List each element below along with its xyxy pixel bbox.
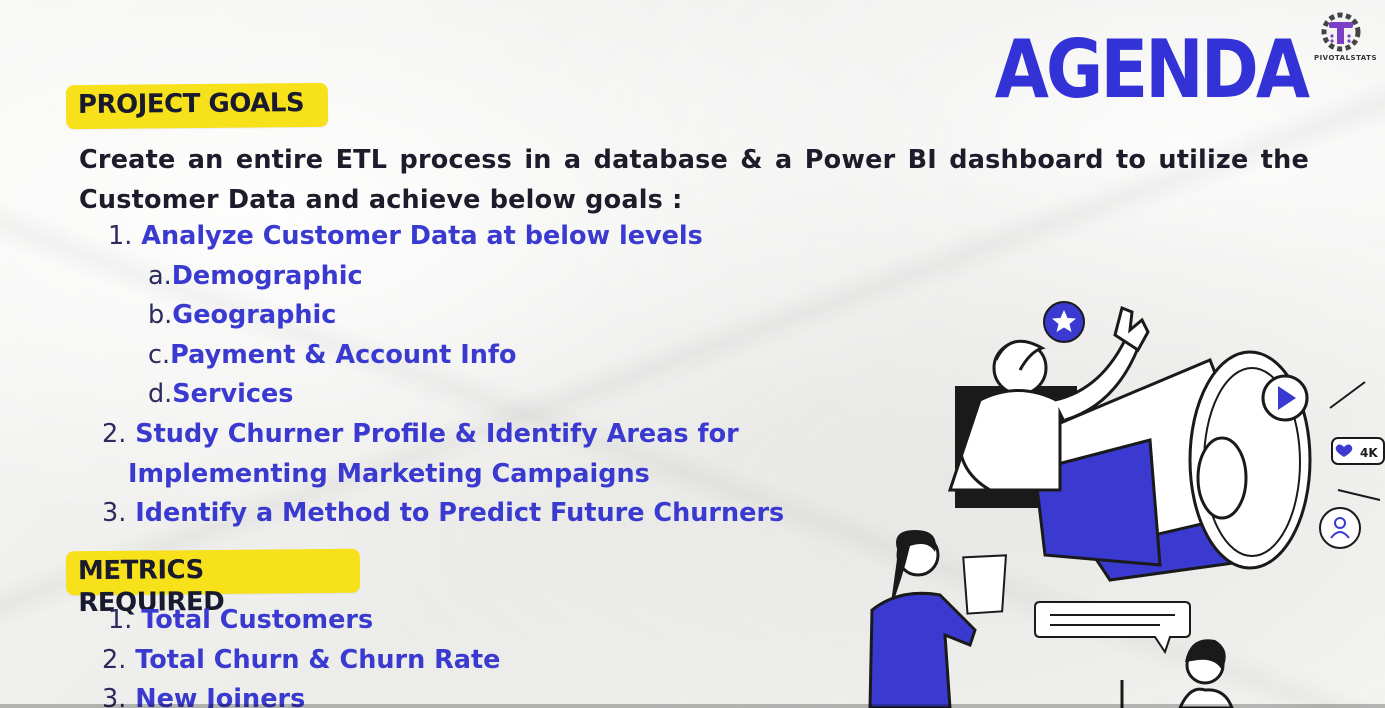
megaphone-illustration: 4K <box>868 301 1385 708</box>
goal-subitem-b-letter: b. <box>148 300 173 330</box>
metric-item-2: 2. Total Churn & Churn Rate <box>102 640 500 680</box>
goal-item-3: 3. Identify a Method to Predict Future C… <box>102 493 784 533</box>
goal-item-3-number: 3. <box>102 498 127 528</box>
metrics-required-tag: METRICS REQUIRED <box>65 548 361 618</box>
video-progress-strip <box>0 704 1385 708</box>
project-goals-tag: PROJECT GOALS <box>65 82 329 130</box>
thumbs-up-hand <box>1113 305 1150 353</box>
paper-sheet <box>962 554 1008 615</box>
metric-item-1: 1. Total Customers <box>108 600 373 640</box>
goal-subitem-c-letter: c. <box>148 340 171 370</box>
goal-item-2: 2. Study Churner Profile & Identify Area… <box>102 414 828 454</box>
logo-text: PIVOTALSTATS <box>1313 54 1377 62</box>
woman-body <box>868 591 977 708</box>
goal-item-3-text: Identify a Method to Predict Future Chur… <box>135 498 785 528</box>
goal-subitem-d-text: Services <box>172 379 294 409</box>
goal-subitem-c: c.Payment & Account Info <box>148 335 517 375</box>
goal-item-1-number: 1. <box>108 221 133 251</box>
project-goals-intro: Create an entire ETL process in a databa… <box>79 145 1309 215</box>
goal-subitem-b-text: Geographic <box>172 300 337 330</box>
metric-item-1-text: Total Customers <box>141 605 374 635</box>
sound-line-1 <box>1329 381 1366 409</box>
goal-subitem-a-text: Demographic <box>171 261 363 291</box>
page-title: AGENDA <box>994 22 1310 117</box>
goal-item-2-number: 2. <box>102 419 127 449</box>
metric-item-1-number: 1. <box>108 605 133 635</box>
goal-subitem-a-letter: a. <box>148 261 172 291</box>
goal-subitem-c-text: Payment & Account Info <box>170 340 517 370</box>
sound-line-2 <box>1337 489 1381 501</box>
megaphone-mouth <box>1196 436 1248 520</box>
goal-item-2-continued: Implementing Marketing Campaigns <box>128 459 650 489</box>
metric-item-2-text: Total Churn & Churn Rate <box>135 645 501 675</box>
goal-subitem-d: d.Services <box>148 374 293 414</box>
likes-count: 4K <box>1360 446 1378 460</box>
goal-subitem-d-letter: d. <box>148 379 173 409</box>
goal-subitem-a: a.Demographic <box>148 256 363 296</box>
metric-item-2-number: 2. <box>102 645 127 675</box>
goal-subitem-b: b.Geographic <box>148 295 336 335</box>
goal-item-1: 1. Analyze Customer Data at below levels <box>108 216 703 256</box>
goal-item-2-text-line1: Study Churner Profile & Identify Areas f… <box>135 419 739 449</box>
speech-bubble <box>1034 601 1191 655</box>
goal-item-1-text: Analyze Customer Data at below levels <box>141 221 703 251</box>
